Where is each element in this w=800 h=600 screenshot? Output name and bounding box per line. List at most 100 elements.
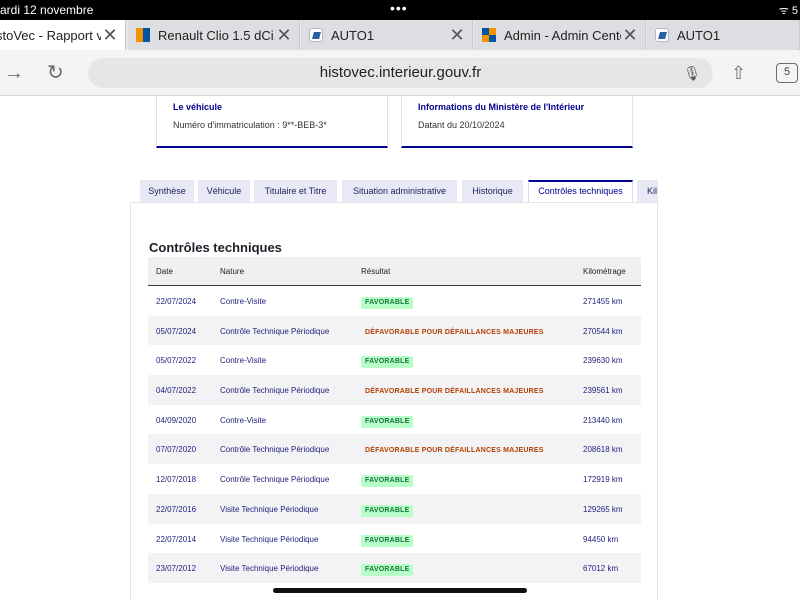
card-text: Datant du 20/10/2024 [418,120,505,130]
cell-kilometrage: 208618 km [583,445,623,455]
table-row: 22/07/2014 Visite Technique Périodique FAV… [148,524,641,554]
cell-nature: Visite Technique Périodique [220,534,319,544]
close-icon[interactable]: ✕ [101,20,119,50]
table-header: Date Nature Résultat Kilométrage [148,257,641,286]
table-row: 23/07/2012 Visite Technique Périodique FAV… [148,553,641,583]
result-badge: DÉFAVORABLE POUR DÉFAILLANCES MAJEURES [365,447,544,455]
browser-tab-title: Admin - Admin Center [504,27,621,43]
tab-synthese[interactable]: Synthèse [140,180,194,202]
browser-tab-title: AUTO1 [677,27,721,43]
header-nature: Nature [220,267,245,276]
cell-kilometrage: 239561 km [583,386,623,396]
tab-kilometrage[interactable]: Kil [637,180,658,202]
table-row: 22/07/2024 Contre-Visite FAVORABLE 271455 k… [148,286,641,316]
browser-tab-auto1[interactable]: AUTO1 ✕ [301,20,473,50]
result-badge: FAVORABLE [361,534,414,547]
address-bar[interactable]: histovec.interieur.gouv.fr 🎙 [88,58,713,88]
header-kilometrage: Kilométrage [583,267,626,276]
cell-date: 04/09/2020 [156,415,197,425]
microphone-icon[interactable]: 🎙 [683,58,701,88]
cell-nature: Contre-Visite [220,297,267,306]
status-date: ardi 12 novembre [0,3,94,17]
header-date: Date [156,267,173,276]
vehicle-card: Le véhicule Numéro d'immatriculation : 9… [156,96,388,148]
table-row: 04/07/2022 Contrôle Technique Périodique D… [148,375,641,405]
result-badge: DÉFAVORABLE POUR DÉFAILLANCES MAJEURES [365,388,544,396]
cell-kilometrage: 172919 km [583,475,623,485]
result-badge: FAVORABLE [361,504,414,517]
cell-date: 04/07/2022 [156,386,197,396]
close-icon[interactable]: ✕ [448,20,466,50]
cell-nature: Contrôle Technique Périodique [220,386,330,396]
header-resultat: Résultat [361,267,391,276]
cell-kilometrage: 213440 km [583,415,623,425]
tab-vehicule[interactable]: Véhicule [198,180,250,202]
browser-tab-auto1-2[interactable]: AUTO1 [647,20,800,50]
result-badge: FAVORABLE [361,415,414,428]
status-right: ᯤ 5 [778,5,798,17]
forward-arrow-icon[interactable]: → [4,50,24,96]
cell-date: 07/07/2020 [156,445,197,455]
card-title: Le véhicule [173,102,223,112]
card-text: Numéro d'immatriculation : 9**-BEB-3* [173,120,327,130]
renault-icon [136,28,150,42]
result-badge: FAVORABLE [361,297,414,309]
table-row: 22/07/2016 Visite Technique Périodique FAV… [148,493,641,524]
admin-icon [482,28,496,42]
section-tabs: Synthèse Véhicule Titulaire et Titre Sit… [140,180,658,202]
result-badge: FAVORABLE [361,475,414,488]
auto1-icon [309,28,323,42]
cell-kilometrage: 270544 km [583,326,623,336]
address-url: histovec.interieur.gouv.fr [319,64,482,81]
card-title: Informations du Ministère de l'Intérieur [418,102,585,112]
cell-date: 23/07/2012 [156,564,197,574]
cell-date: 22/07/2014 [156,534,197,544]
tab-historique[interactable]: Historique [462,180,523,202]
cell-kilometrage: 129265 km [583,504,623,514]
result-badge: FAVORABLE [361,356,414,369]
cell-date: 05/07/2022 [156,356,197,366]
multitasking-dots-icon[interactable]: ••• [390,0,408,16]
browser-tab-title: stoVec - Rapport ve [0,27,101,43]
table-row: 05/07/2022 Contre-Visite FAVORABLE 239630 k… [148,345,641,375]
cell-nature: Contrôle Technique Périodique [220,326,330,336]
cell-nature: Contrôle Technique Périodique [220,445,330,455]
browser-tab-title: Renault Clio 1.5 dCi, 2 [158,27,275,43]
cell-nature: Visite Technique Périodique [220,504,319,514]
browser-tab-title: AUTO1 [331,27,375,43]
close-icon[interactable]: ✕ [621,20,639,50]
close-icon[interactable]: ✕ [275,20,293,50]
tab-situation-administrative[interactable]: Situation administrative [342,180,457,202]
tab-controles-techniques[interactable]: Contrôles techniques [528,180,633,202]
home-indicator[interactable] [273,588,527,593]
browser-toolbar: → ↻ histovec.interieur.gouv.fr 🎙 ⇧ 5 [0,50,800,96]
cell-nature: Visite Technique Périodique [220,564,319,574]
page: ardi 12 novembre ••• ᯤ 5 stoVec - Rappor… [0,0,800,600]
table-row: 07/07/2020 Contrôle Technique Périodique D… [148,434,641,465]
cell-kilometrage: 271455 km [583,297,623,306]
ministry-info-card: Informations du Ministère de l'Intérieur… [401,96,633,148]
tab-titulaire[interactable]: Titulaire et Titre [254,180,337,202]
browser-tab-histovec[interactable]: stoVec - Rapport ve ✕ [0,20,126,50]
tab-count-button[interactable]: 5 [776,63,798,83]
cell-nature: Contrôle Technique Périodique [220,475,330,485]
cell-nature: Contre-Visite [220,415,267,425]
cell-date: 05/07/2024 [156,326,197,336]
table-row: 12/07/2018 Contrôle Technique Périodique F… [148,464,641,494]
auto1-icon [655,28,669,42]
cell-date: 12/07/2018 [156,475,197,485]
browser-tab-renault[interactable]: Renault Clio 1.5 dCi, 2 ✕ [128,20,300,50]
browser-tab-strip: stoVec - Rapport ve ✕ Renault Clio 1.5 d… [0,20,800,50]
table-body: 22/07/2024 Contre-Visite FAVORABLE 271455 k… [148,286,641,583]
status-bar: ardi 12 novembre ••• ᯤ 5 [0,0,800,20]
section-title: Contrôles techniques [149,240,282,255]
cell-date: 22/07/2024 [156,297,197,306]
share-icon[interactable]: ⇧ [731,50,746,96]
reload-icon[interactable]: ↻ [47,50,64,96]
table-row: 05/07/2024 Contrôle Technique Périodique D… [148,315,641,346]
cell-nature: Contre-Visite [220,356,267,366]
browser-tab-admin[interactable]: Admin - Admin Center ✕ [474,20,646,50]
cell-kilometrage: 94450 km [583,534,619,544]
cell-kilometrage: 239630 km [583,356,623,366]
controles-table: Date Nature Résultat Kilométrage 22/07/2… [148,257,641,583]
